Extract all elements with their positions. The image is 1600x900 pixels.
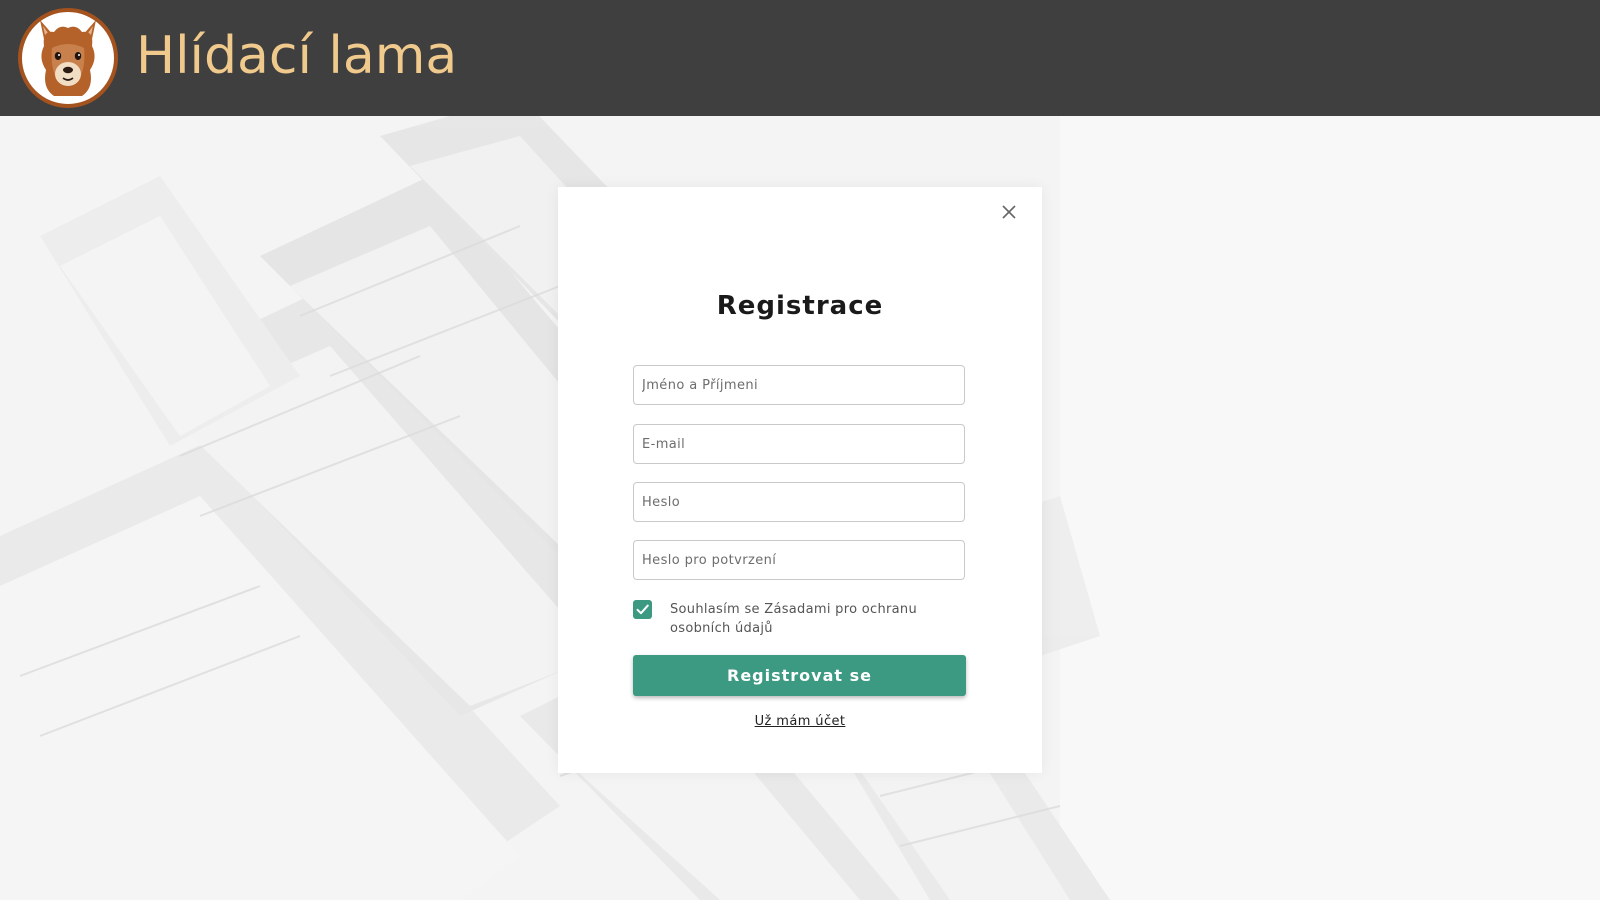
login-link[interactable]: Už mám účet <box>558 714 1042 729</box>
app-header: Hlídací lama <box>0 0 1600 116</box>
password-confirm-field[interactable] <box>633 540 965 580</box>
consent-label: Souhlasím se Zásadami pro ochranu osobní… <box>670 602 918 636</box>
registration-modal: Registrace Souhlasím se Zásadami pro och… <box>558 187 1042 773</box>
email-field[interactable] <box>633 424 965 464</box>
brand-title[interactable]: Hlídací lama <box>136 22 457 90</box>
modal-title: Registrace <box>716 291 884 321</box>
llama-logo-icon[interactable] <box>18 8 118 108</box>
consent-checkbox[interactable] <box>633 600 652 619</box>
name-field[interactable] <box>633 365 965 405</box>
register-button[interactable]: Registrovat se <box>633 655 966 696</box>
password-field[interactable] <box>633 482 965 522</box>
consent-row: Souhlasím se Zásadami pro ochranu osobní… <box>633 600 973 640</box>
close-icon[interactable] <box>998 201 1020 223</box>
